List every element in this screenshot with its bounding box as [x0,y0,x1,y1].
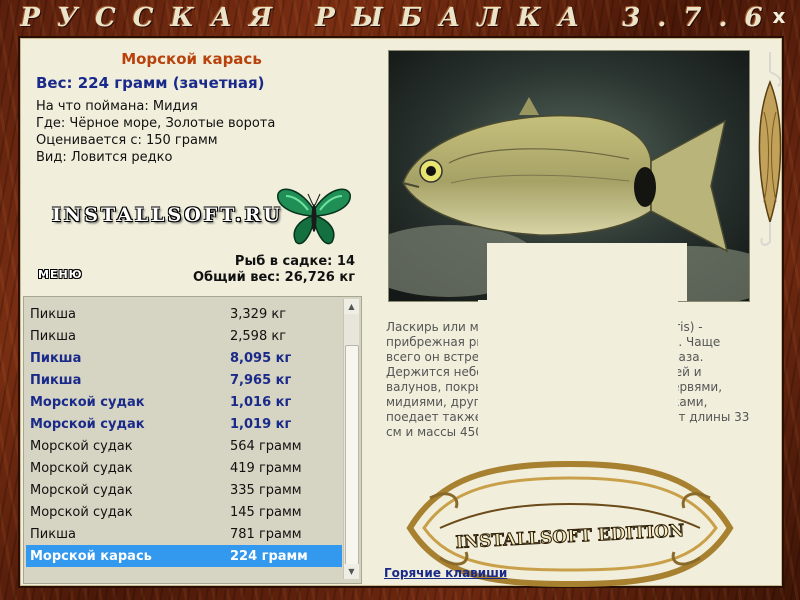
butterfly-icon [277,188,351,245]
catch-fish-name: Морской судак [30,482,133,498]
hotkeys-link[interactable]: Горячие клавиши [384,566,507,580]
main-panel: Морской карась Вес: 224 грамм (зачетная)… [18,36,784,588]
catch-row[interactable]: Пикша 7,965 кг [26,369,342,391]
close-button[interactable]: x [768,4,790,28]
info-rarity: Вид: Ловится редко [36,150,173,165]
fishing-lure-icon [758,52,782,246]
fish-weight: Вес: 224 грамм (зачетная) [36,74,265,92]
catch-fish-name: Пикша [30,526,76,542]
catch-fish-name: Морской судак [30,504,133,520]
catch-row[interactable]: Морской судак 335 грамм [26,479,342,501]
catch-fish-weight: 224 грамм [230,548,308,564]
catch-row[interactable]: Морской судак 419 грамм [26,457,342,479]
installsoft-logo: INSTALLSOFT.RU [52,204,283,226]
fish-name: Морской карась [121,50,262,68]
list-scrollbar[interactable]: ▲ ▼ [343,299,359,579]
catch-row[interactable]: Пикша 3,329 кг [26,303,342,325]
total-weight: Общий вес: 26,726 кг [192,270,355,285]
catch-fish-weight: 564 грамм [230,438,302,454]
description-panel: Ласкирь или морской карась (Diplodus ann… [380,38,780,588]
catch-fish-name: Морской судак [30,460,133,476]
scroll-up-icon[interactable]: ▲ [344,299,359,314]
info-min-weight: Оценивается с: 150 грамм [36,133,218,148]
catch-fish-weight: 3,329 кг [230,306,287,322]
scroll-down-icon[interactable]: ▼ [344,564,359,579]
description-occluder [478,300,678,450]
catch-row[interactable]: Пикша 2,598 кг [26,325,342,347]
catch-fish-name: Морской судак [30,416,145,432]
catch-fish-name: Пикша [30,350,82,366]
catch-fish-weight: 419 грамм [230,460,302,476]
catch-fish-name: Пикша [30,372,82,388]
catch-row[interactable]: Морской судак 1,019 кг [26,413,342,435]
catch-fish-name: Пикша [30,328,76,344]
catch-fish-weight: 781 грамм [230,526,302,542]
catch-list[interactable]: Пикша 3,329 кг Пикша 2,598 кг Пикша 8,095 кг П… [23,296,362,584]
info-location: Где: Чёрное море, Золотые ворота [36,116,276,131]
catch-fish-name: Морской карась [30,548,152,564]
catch-row[interactable]: Морской судак 145 грамм [26,501,342,523]
catch-fish-weight: 2,598 кг [230,328,287,344]
catch-fish-name: Морской судак [30,394,145,410]
menu-button[interactable]: МЕНЮ [38,268,83,281]
catch-fish-weight: 1,016 кг [230,394,292,410]
window-title: РУССКАЯ РЫБАЛКА 3.7.6 [20,3,780,33]
fish-photo [388,50,750,302]
catch-fish-weight: 1,019 кг [230,416,292,432]
catch-rows: Пикша 3,329 кг Пикша 2,598 кг Пикша 8,095 кг П… [26,303,342,567]
catch-fish-name: Морской судак [30,438,133,454]
catch-fish-name: Пикша [30,306,76,322]
catch-fish-weight: 7,965 кг [230,372,292,388]
info-bait: На что поймана: Мидия [36,99,198,114]
catch-row[interactable]: Морской судак 1,016 кг [26,391,342,413]
catch-fish-weight: 335 грамм [230,482,302,498]
catch-row[interactable]: Пикша 8,095 кг [26,347,342,369]
catch-row[interactable]: Морской карась 224 грамм [26,545,342,567]
scroll-thumb[interactable] [345,345,359,565]
catch-fish-weight: 145 грамм [230,504,302,520]
catch-row[interactable]: Морской судак 564 грамм [26,435,342,457]
edition-badge-text: INSTALLSOFT EDITION [455,521,685,553]
title-bar: РУССКАЯ РЫБАЛКА 3.7.6 [0,0,800,36]
catch-row[interactable]: Пикша 781 грамм [26,523,342,545]
fish-info-panel: Морской карась Вес: 224 грамм (зачетная)… [20,38,363,288]
keep-count: Рыб в садке: 14 [234,254,355,269]
catch-fish-weight: 8,095 кг [230,350,292,366]
photo-occluder [487,243,687,301]
